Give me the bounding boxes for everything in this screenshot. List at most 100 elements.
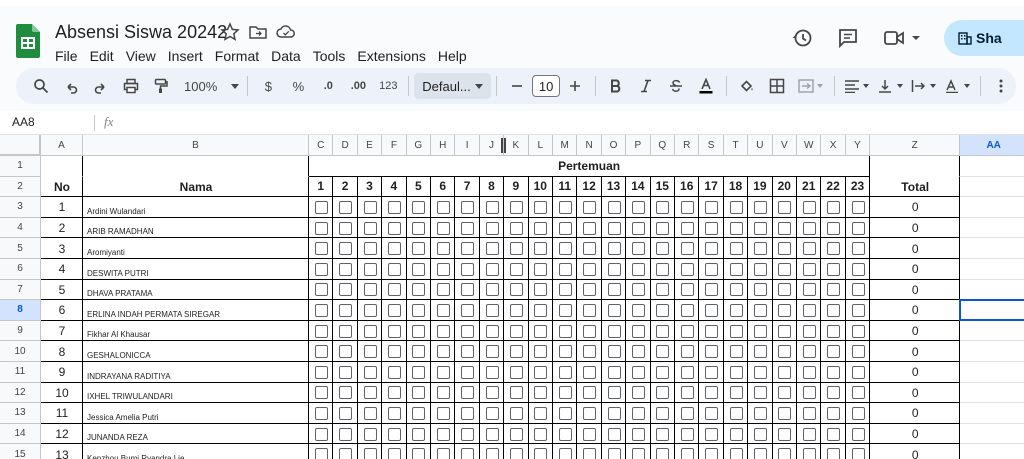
attendance-checkbox[interactable] xyxy=(558,407,572,420)
attendance-checkbox[interactable] xyxy=(778,386,792,400)
attendance-checkbox[interactable] xyxy=(778,324,792,338)
attendance-checkbox[interactable] xyxy=(753,427,767,441)
attendance-checkbox[interactable] xyxy=(558,386,572,400)
attendance-checkbox[interactable] xyxy=(363,221,377,235)
attendance-checkbox[interactable] xyxy=(314,427,328,441)
attendance-checkbox[interactable] xyxy=(558,262,572,276)
attendance-checkbox[interactable] xyxy=(339,221,353,235)
cell[interactable] xyxy=(960,238,1024,259)
attendance-checkbox[interactable] xyxy=(534,407,548,420)
attendance-checkbox[interactable] xyxy=(656,448,670,459)
attendance-checkbox[interactable] xyxy=(656,427,670,441)
text-rotation-icon[interactable] xyxy=(944,73,972,99)
attendance-checkbox[interactable] xyxy=(485,242,499,256)
attendance-checkbox[interactable] xyxy=(705,242,719,256)
attendance-checkbox[interactable] xyxy=(534,448,548,459)
attendance-checkbox[interactable] xyxy=(583,386,597,400)
attendance-checkbox[interactable] xyxy=(827,345,841,359)
attendance-checkbox[interactable] xyxy=(436,262,450,276)
attendance-checkbox[interactable] xyxy=(558,201,572,214)
attendance-checkbox[interactable] xyxy=(802,345,816,359)
history-icon[interactable] xyxy=(782,20,822,56)
attendance-checkbox[interactable] xyxy=(851,427,865,441)
attendance-checkbox[interactable] xyxy=(729,201,743,214)
attendance-checkbox[interactable] xyxy=(802,242,816,256)
column-header-m[interactable]: M xyxy=(553,135,578,156)
attendance-checkbox[interactable] xyxy=(656,324,670,338)
menu-edit[interactable]: Edit xyxy=(84,48,120,64)
cell[interactable] xyxy=(960,341,1024,362)
attendance-checkbox[interactable] xyxy=(339,365,353,379)
column-header-c[interactable]: C xyxy=(309,135,334,156)
attendance-checkbox[interactable] xyxy=(851,221,865,235)
attendance-checkbox[interactable] xyxy=(631,386,645,400)
attendance-checkbox[interactable] xyxy=(436,324,450,338)
attendance-checkbox[interactable] xyxy=(729,262,743,276)
attendance-checkbox[interactable] xyxy=(827,201,841,214)
attendance-checkbox[interactable] xyxy=(461,345,475,359)
attendance-checkbox[interactable] xyxy=(485,365,499,379)
attendance-checkbox[interactable] xyxy=(412,386,426,400)
increase-decimal-button[interactable]: .00 xyxy=(346,73,370,99)
attendance-checkbox[interactable] xyxy=(705,427,719,441)
increase-font-size-icon[interactable] xyxy=(563,73,587,99)
italic-icon[interactable] xyxy=(634,73,658,99)
attendance-checkbox[interactable] xyxy=(631,201,645,214)
row-header-6[interactable]: 6 xyxy=(0,259,41,280)
row-header-15[interactable]: 15 xyxy=(0,444,41,459)
attendance-checkbox[interactable] xyxy=(436,427,450,441)
attendance-checkbox[interactable] xyxy=(363,201,377,214)
attendance-checkbox[interactable] xyxy=(339,242,353,256)
attendance-checkbox[interactable] xyxy=(802,427,816,441)
attendance-checkbox[interactable] xyxy=(509,201,523,214)
attendance-checkbox[interactable] xyxy=(827,407,841,420)
attendance-checkbox[interactable] xyxy=(583,448,597,459)
attendance-checkbox[interactable] xyxy=(851,283,865,297)
row-header-9[interactable]: 9 xyxy=(0,320,41,342)
attendance-checkbox[interactable] xyxy=(412,283,426,297)
attendance-checkbox[interactable] xyxy=(461,407,475,420)
row-header-8[interactable]: 8 xyxy=(0,300,41,321)
attendance-checkbox[interactable] xyxy=(485,448,499,459)
attendance-checkbox[interactable] xyxy=(412,262,426,276)
attendance-checkbox[interactable] xyxy=(509,365,523,379)
attendance-checkbox[interactable] xyxy=(387,427,401,441)
more-formats-button[interactable]: 123 xyxy=(376,73,400,99)
attendance-checkbox[interactable] xyxy=(339,262,353,276)
attendance-checkbox[interactable] xyxy=(656,407,670,420)
attendance-checkbox[interactable] xyxy=(583,283,597,297)
menu-format[interactable]: Format xyxy=(209,48,265,64)
name-box[interactable]: AA8 xyxy=(12,115,35,129)
row-header-10[interactable]: 10 xyxy=(0,341,41,362)
attendance-checkbox[interactable] xyxy=(680,427,694,441)
attendance-checkbox[interactable] xyxy=(314,283,328,297)
column-header-g[interactable]: G xyxy=(406,135,431,156)
attendance-checkbox[interactable] xyxy=(558,221,572,235)
bold-icon[interactable] xyxy=(604,73,628,99)
attendance-checkbox[interactable] xyxy=(509,386,523,400)
attendance-checkbox[interactable] xyxy=(827,427,841,441)
attendance-checkbox[interactable] xyxy=(705,365,719,379)
attendance-checkbox[interactable] xyxy=(631,345,645,359)
cell[interactable] xyxy=(960,218,1024,239)
attendance-checkbox[interactable] xyxy=(485,324,499,338)
attendance-checkbox[interactable] xyxy=(412,201,426,214)
cell[interactable] xyxy=(960,424,1024,445)
undo-icon[interactable] xyxy=(59,73,83,99)
cell[interactable] xyxy=(960,197,1024,218)
attendance-checkbox[interactable] xyxy=(607,221,621,235)
attendance-checkbox[interactable] xyxy=(753,407,767,420)
cell[interactable] xyxy=(83,156,309,177)
attendance-checkbox[interactable] xyxy=(387,201,401,214)
vertical-align-icon[interactable] xyxy=(877,73,905,99)
attendance-checkbox[interactable] xyxy=(851,365,865,379)
menu-data[interactable]: Data xyxy=(265,48,307,64)
attendance-checkbox[interactable] xyxy=(509,345,523,359)
attendance-checkbox[interactable] xyxy=(461,283,475,297)
attendance-checkbox[interactable] xyxy=(778,365,792,379)
attendance-checkbox[interactable] xyxy=(656,386,670,400)
decrease-font-size-icon[interactable] xyxy=(505,73,529,99)
row-header-13[interactable]: 13 xyxy=(0,403,41,424)
attendance-checkbox[interactable] xyxy=(583,221,597,235)
attendance-checkbox[interactable] xyxy=(314,221,328,235)
